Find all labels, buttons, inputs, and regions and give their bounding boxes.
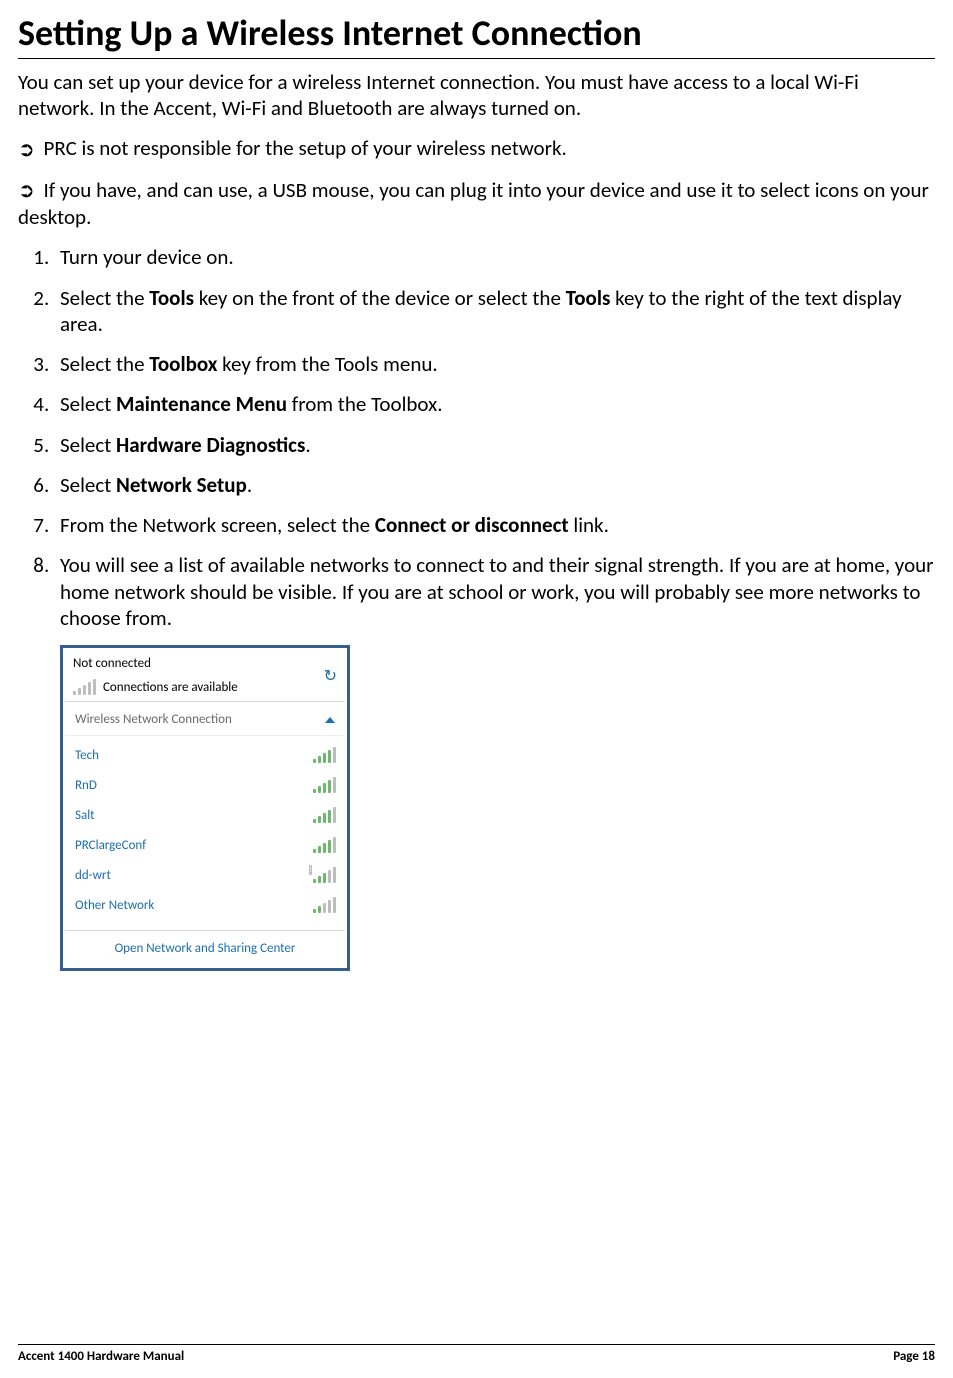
arrow-right-icon: ➲ — [18, 138, 35, 163]
signal-strength-icon — [313, 747, 335, 763]
network-list: Tech RnD Salt PRClargeConf dd-wrt! Other Netw… — [65, 736, 345, 930]
arrow-right-icon: ➲ — [18, 179, 35, 204]
signal-warning-icon: ! — [313, 867, 335, 883]
network-name: Salt — [75, 808, 95, 823]
network-name: dd-wrt — [75, 868, 111, 883]
signal-icon — [73, 679, 95, 695]
intro-paragraph: You can set up your device for a wireles… — [18, 69, 935, 122]
not-connected-label: Not connected — [73, 656, 238, 671]
step-1: Turn your device on. — [54, 244, 935, 270]
network-item[interactable]: PRClargeConf — [75, 830, 335, 860]
open-network-center-link[interactable]: Open Network and Sharing Center — [65, 930, 345, 966]
footer-manual-title: Accent 1400 Hardware Manual — [18, 1349, 184, 1364]
steps-list: Turn your device on. Select the Tools ke… — [18, 244, 935, 631]
step-6: Select Network Setup. — [54, 472, 935, 498]
step-7: From the Network screen, select the Conn… — [54, 512, 935, 538]
note-2: ➲ If you have, and can use, a USB mouse,… — [18, 177, 935, 231]
note-2-text: If you have, and can use, a USB mouse, y… — [18, 177, 929, 230]
network-name: PRClargeConf — [75, 838, 146, 853]
network-item[interactable]: Salt — [75, 800, 335, 830]
footer-page-number: Page 18 — [893, 1349, 935, 1364]
network-name: Other Network — [75, 898, 154, 913]
flyout-header: Not connected Connections are available … — [65, 650, 345, 702]
note-1-text: PRC is not responsible for the setup of … — [44, 135, 567, 161]
network-item[interactable]: dd-wrt! — [75, 860, 335, 890]
signal-strength-icon — [313, 777, 335, 793]
connections-available-label: Connections are available — [103, 680, 238, 695]
title-rule — [18, 58, 935, 59]
wireless-section-label: Wireless Network Connection — [75, 712, 232, 727]
step-3: Select the Toolbox key from the Tools me… — [54, 351, 935, 377]
step-8: You will see a list of available network… — [54, 552, 935, 631]
step-2: Select the Tools key on the front of the… — [54, 285, 935, 338]
network-name: RnD — [75, 778, 97, 793]
wireless-section-header[interactable]: Wireless Network Connection — [65, 702, 345, 736]
network-item[interactable]: Other Network — [75, 890, 335, 920]
signal-strength-icon — [313, 897, 335, 913]
network-flyout: Not connected Connections are available … — [60, 645, 350, 971]
refresh-icon[interactable]: ↻ — [324, 669, 337, 685]
page-footer: Accent 1400 Hardware Manual Page 18 — [18, 1344, 935, 1364]
signal-strength-icon — [313, 807, 335, 823]
network-name: Tech — [75, 748, 99, 763]
network-item[interactable]: Tech — [75, 740, 335, 770]
chevron-up-icon — [325, 717, 335, 723]
page-title: Setting Up a Wireless Internet Connectio… — [18, 14, 935, 54]
step-5: Select Hardware Diagnostics. — [54, 432, 935, 458]
note-1: ➲ PRC is not responsible for the setup o… — [18, 135, 935, 162]
signal-strength-icon — [313, 837, 335, 853]
network-item[interactable]: RnD — [75, 770, 335, 800]
step-4: Select Maintenance Menu from the Toolbox… — [54, 391, 935, 417]
